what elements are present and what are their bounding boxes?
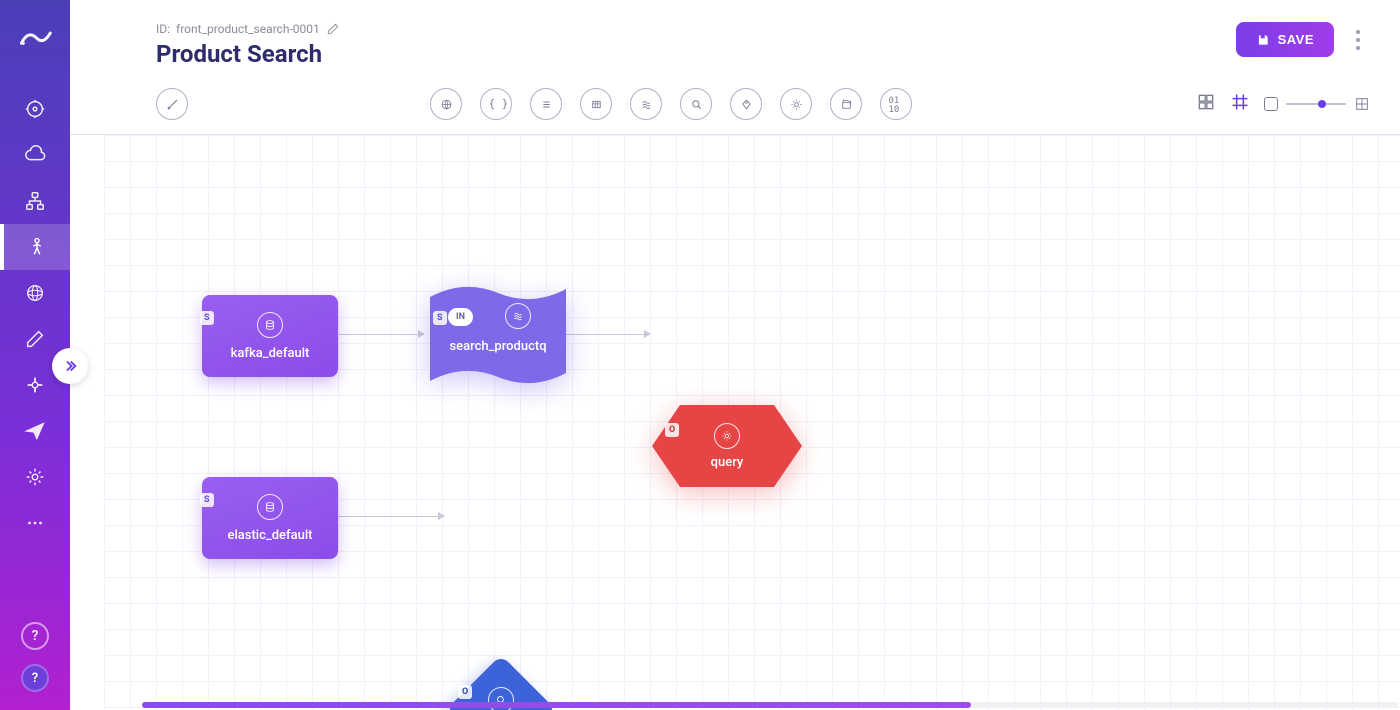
nav-send[interactable] xyxy=(0,408,70,454)
zoom-control[interactable] xyxy=(1264,96,1370,112)
nav-settings[interactable] xyxy=(0,454,70,500)
nav-globe[interactable] xyxy=(0,270,70,316)
canvas-viewport: S kafka_default S IN search_productq xyxy=(70,135,1400,710)
draw-tool[interactable] xyxy=(156,88,188,120)
node-elastic-port[interactable]: S xyxy=(200,493,214,507)
header: ID: front_product_search-0001 Product Se… xyxy=(70,0,1400,82)
save-icon xyxy=(1256,33,1270,47)
canvas[interactable]: S kafka_default S IN search_productq xyxy=(104,135,1400,710)
snap-grid-toggle[interactable] xyxy=(1230,92,1250,116)
palette-tag[interactable] xyxy=(730,88,762,120)
app-logo-icon xyxy=(18,22,52,56)
zoom-out-icon[interactable] xyxy=(1264,97,1278,111)
node-kafka-label: kafka_default xyxy=(231,346,310,361)
palette-stream[interactable] xyxy=(630,88,662,120)
nav-cloud[interactable] xyxy=(0,132,70,178)
zoom-in-icon[interactable] xyxy=(1354,96,1370,112)
zoom-slider[interactable] xyxy=(1286,103,1346,105)
node-productq[interactable]: S IN search_productq xyxy=(430,279,566,389)
edge-kafka-productq xyxy=(336,334,424,335)
node-productq-label: search_productq xyxy=(449,339,546,354)
doc-id-value: front_product_search-0001 xyxy=(176,22,320,36)
node-query[interactable]: O query xyxy=(652,405,802,487)
toolbar: { } 0110 xyxy=(70,82,1400,135)
database-icon xyxy=(257,494,283,520)
palette-clapper[interactable] xyxy=(830,88,862,120)
nav-run[interactable] xyxy=(0,224,70,270)
sidebar: ? ? xyxy=(0,0,70,710)
main-panel: ID: front_product_search-0001 Product Se… xyxy=(70,0,1400,710)
database-icon xyxy=(257,312,283,338)
nav-tree[interactable] xyxy=(0,178,70,224)
page-title: Product Search xyxy=(156,40,340,68)
doc-id-label: ID: xyxy=(156,22,170,36)
node-elastic-label: elastic_default xyxy=(228,528,313,543)
pencil-icon[interactable] xyxy=(326,22,340,36)
nav-dashboard[interactable] xyxy=(0,86,70,132)
palette-globe[interactable] xyxy=(430,88,462,120)
nav-more[interactable] xyxy=(0,500,70,546)
gear-icon xyxy=(714,423,740,449)
help-icon[interactable]: ? xyxy=(21,622,49,650)
palette-list[interactable] xyxy=(530,88,562,120)
edge-elastic-search xyxy=(336,516,444,517)
help-badge-icon[interactable]: ? xyxy=(21,664,49,692)
palette-braces[interactable]: { } xyxy=(480,88,512,120)
palette-search[interactable] xyxy=(680,88,712,120)
save-button-label: SAVE xyxy=(1278,32,1314,47)
node-kafka[interactable]: S kafka_default xyxy=(202,295,338,377)
node-kafka-port[interactable]: S xyxy=(200,311,214,325)
stream-icon xyxy=(505,303,531,329)
node-query-label: query xyxy=(711,455,744,470)
save-button[interactable]: SAVE xyxy=(1236,22,1334,57)
node-elastic[interactable]: S elastic_default xyxy=(202,477,338,559)
kebab-menu[interactable] xyxy=(1346,25,1370,55)
layout-grid-toggle[interactable] xyxy=(1196,92,1216,116)
horizontal-scrollbar[interactable] xyxy=(142,702,1398,708)
edge-productq-query xyxy=(562,334,650,335)
palette-table[interactable] xyxy=(580,88,612,120)
doc-id-row: ID: front_product_search-0001 xyxy=(156,22,340,36)
palette-binary[interactable]: 0110 xyxy=(880,88,912,120)
palette-gear[interactable] xyxy=(780,88,812,120)
